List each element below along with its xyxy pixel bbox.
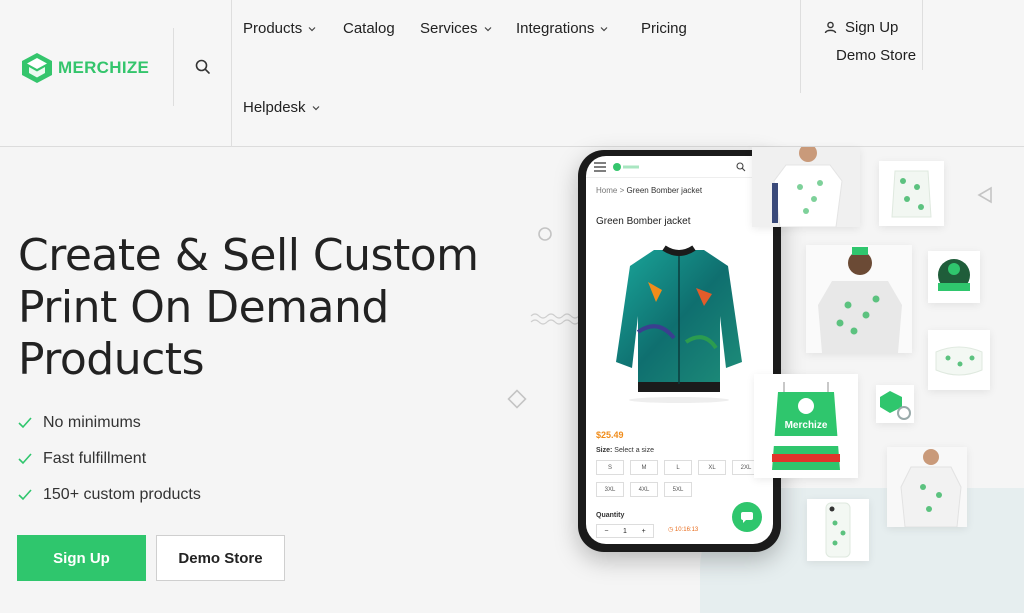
merchize-logo-icon [613,163,639,171]
sticker-image [928,251,980,303]
divider [231,0,232,147]
product-card-sweatshirt-model [806,245,912,353]
nav-catalog-label: Catalog [343,20,395,37]
hero-title-line: Print On Demand [18,282,389,333]
phone-timer: ◷ 10:16:13 [668,526,698,533]
quantity-stepper[interactable]: − 1 + [596,524,654,538]
search-icon[interactable] [194,58,212,76]
clock-icon: ◷ [668,527,675,533]
divider [922,0,923,70]
feature-item: No minimums [18,414,141,432]
product-card-drawstring-bag: Merchize [754,374,858,478]
demo-store-button[interactable]: Demo Store [156,535,285,581]
bag-print-text: Merchize [784,420,828,431]
feature-label: No minimums [43,414,141,431]
breadcrumb-current: Green Bomber jacket [626,186,703,195]
phone-price: $25.49 [596,430,624,440]
breadcrumb-separator: > [619,186,625,195]
chevron-down-icon [312,105,319,110]
header-demo-store-link[interactable]: Demo Store [836,47,916,64]
qty-value: 1 [623,527,627,535]
phone-case-image [807,499,869,561]
qty-minus[interactable]: − [604,528,608,535]
phone-screen: Home > Green Bomber jacket Green Bomber … [586,156,773,544]
nav-services-label: Services [420,20,478,37]
quantity-label: Quantity [596,512,625,519]
merchize-logo[interactable]: MERCHIZE [20,52,149,84]
hoodie-model-image [887,447,967,527]
chevron-down-icon [600,26,608,31]
product-card-face-mask [928,330,990,390]
chevron-down-icon [308,26,316,31]
diamond-decoration-icon [507,389,527,409]
nav-integrations[interactable]: Integrations [516,20,608,37]
phone-topbar [586,156,773,178]
product-card-hoodie-model [887,447,967,527]
bomber-jacket-image [616,245,742,403]
feature-item: 150+ custom products [18,486,201,504]
sign-up-label: Sign Up [845,19,899,36]
check-icon [18,489,32,501]
nav-helpdesk[interactable]: Helpdesk [243,99,320,116]
nav-catalog[interactable]: Catalog [343,20,395,37]
timer-value: 10:16:13 [674,527,699,533]
chevron-down-icon [484,26,491,31]
nav-pricing-label: Pricing [641,20,687,37]
product-card-phone-case [807,499,869,561]
chat-icon [741,512,753,523]
check-icon [18,417,32,429]
size-option[interactable]: 4XL [630,482,658,497]
tshirt-model-image [752,147,860,227]
product-card-tshirt-model [752,147,860,227]
phone-size-label: Size: Select a size [596,447,654,454]
hero-title: Create & Sell Custom Print On Demand Pro… [18,230,518,386]
sweatshirt-model-image [806,245,912,353]
search-icon [736,162,746,172]
feature-label: 150+ custom products [43,486,201,503]
site-header: MERCHIZE Products Catalog Services Integ… [0,0,1024,147]
circle-decoration-icon [538,227,552,241]
hero-title-line: Create & Sell Custom [18,230,479,281]
merchize-logo-icon [22,53,52,83]
size-hint: Select a size [614,447,654,454]
nav-integrations-label: Integrations [516,20,595,37]
chat-button[interactable] [732,502,762,532]
divider [800,0,801,93]
breadcrumb-home: Home [596,186,618,195]
feature-label: Fast fulfillment [43,450,147,467]
size-option[interactable]: M [630,460,658,475]
check-icon [18,453,32,465]
product-card-neck-gaiter [879,161,944,226]
header-sign-up-link[interactable]: Sign Up [824,19,898,36]
face-mask-image [928,330,990,390]
size-option[interactable]: S [596,460,624,475]
nav-pricing[interactable]: Pricing [641,20,687,37]
divider [173,28,174,106]
qty-plus[interactable]: + [642,528,646,535]
size-option[interactable]: XL [698,460,726,475]
triangle-decoration-icon [977,186,992,204]
phone-mockup: Home > Green Bomber jacket Green Bomber … [578,150,781,552]
phone-product-title: Green Bomber jacket [596,216,691,227]
size-option[interactable]: L [664,460,692,475]
logo-text: MERCHIZE [58,58,150,77]
user-icon [824,21,837,34]
menu-icon [594,162,606,172]
size-option[interactable]: 3XL [596,482,624,497]
hero-title-line: Products [18,334,205,385]
neck-gaiter-image [879,161,944,226]
size-label: Size: [596,447,613,454]
nav-products[interactable]: Products [243,20,316,37]
phone-breadcrumb: Home > Green Bomber jacket [596,186,702,195]
size-option[interactable]: 5XL [664,482,692,497]
product-card-sticker [928,251,980,303]
feature-item: Fast fulfillment [18,450,146,468]
sign-up-button[interactable]: Sign Up [17,535,146,581]
product-card-keychain [876,385,914,423]
keychain-image [876,385,914,423]
nav-services[interactable]: Services [420,20,492,37]
nav-helpdesk-label: Helpdesk [243,99,306,116]
nav-products-label: Products [243,20,303,37]
